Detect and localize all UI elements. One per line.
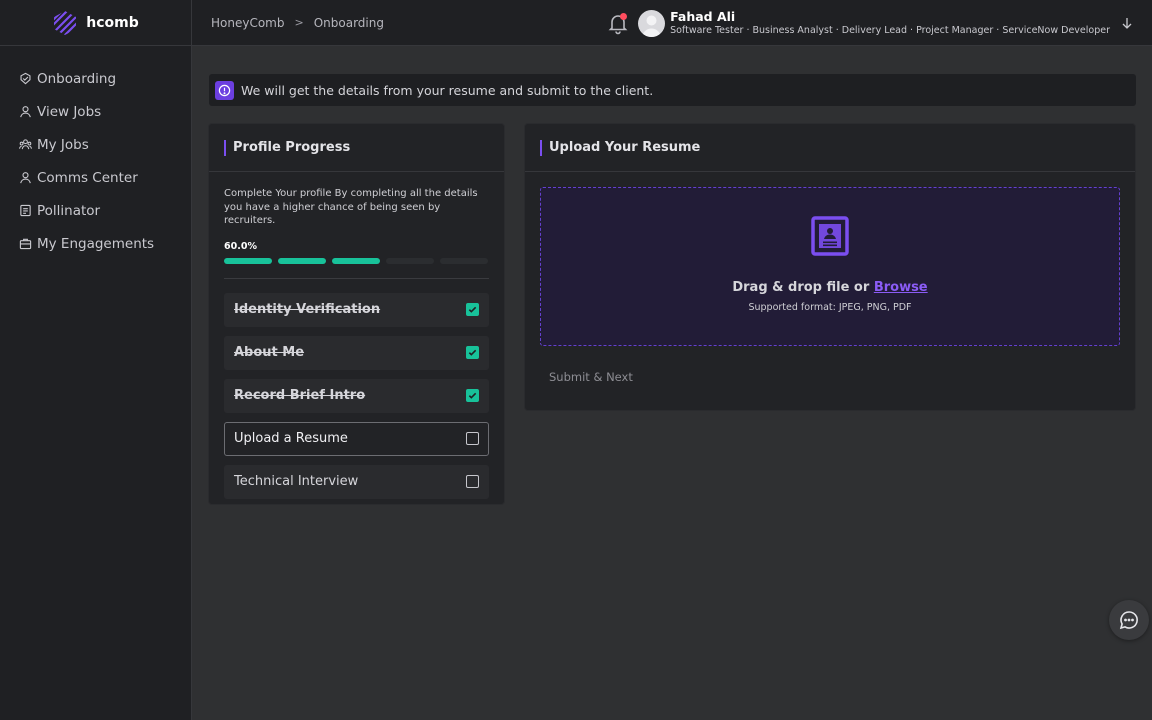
breadcrumb: HoneyComb > Onboarding [192,16,384,30]
sidebar-item-label: Onboarding [37,70,117,87]
card-title: Profile Progress [224,139,350,156]
sidebar-item-pollinator[interactable]: Pollinator [0,194,191,227]
dropzone-title: Drag & drop file or Browse [732,280,927,295]
badge-icon [20,72,31,85]
step-label: About Me [234,345,305,360]
chat-icon [1119,611,1138,630]
arrow-down-icon[interactable] [1120,16,1134,30]
step-identity-verification[interactable]: Identity Verification [224,292,489,327]
sidebar-item-label: My Engagements [37,235,155,252]
checkmark-icon [468,349,477,356]
checkbox[interactable] [466,475,479,488]
sidebar-item-label: My Jobs [37,136,89,153]
chat-button[interactable] [1109,600,1149,640]
briefcase-icon [19,238,32,250]
resume-dropzone[interactable]: Drag & drop file or Browse Supported for… [540,187,1120,346]
sidebar-nav: Onboarding View Jobs My Jobs Comms Cente… [0,46,191,260]
info-alert: We will get the details from your resume… [209,74,1136,106]
checkmark-icon [468,392,477,399]
sidebar-item-label: Comms Center [37,169,138,186]
alert-text: We will get the details from your resume… [241,82,654,98]
step-label: Identity Verification [234,302,381,317]
brand[interactable]: hcomb [0,0,191,46]
hcomb-logo-icon [54,10,77,35]
card-header: Upload Your Resume [525,124,1135,172]
sidebar-item-view-jobs[interactable]: View Jobs [0,95,191,128]
sidebar-item-my-engagements[interactable]: My Engagements [0,227,191,260]
step-upload-resume[interactable]: Upload a Resume [224,421,489,456]
avatar[interactable] [638,9,666,37]
step-record-brief-intro[interactable]: Record Brief Intro [224,378,489,413]
breadcrumb-current: Onboarding [313,15,384,30]
progress-segment [440,257,488,264]
header-user-area: Fahad Ali Software Tester · Business Ana… [606,0,1152,46]
user-icon [20,172,31,184]
card-header: Profile Progress [209,124,504,172]
card-title: Upload Your Resume [540,139,700,156]
user-info[interactable]: Fahad Ali Software Tester · Business Ana… [670,8,1110,37]
dropzone-text: Drag & drop file or [732,280,870,295]
progress-percent: 60.0% [224,240,257,252]
sidebar-item-my-jobs[interactable]: My Jobs [0,128,191,161]
checkmark-icon [468,306,477,313]
step-label: Technical Interview [234,474,359,489]
progress-segment [386,257,434,264]
checkbox[interactable] [466,432,479,445]
checkbox[interactable] [466,389,479,402]
sidebar-item-onboarding[interactable]: Onboarding [0,62,191,95]
sidebar: hcomb Onboarding View Jobs My Jobs Comms… [0,0,192,720]
progress-segment [278,257,326,264]
users-icon [19,139,32,150]
info-icon [215,80,234,100]
sidebar-item-label: Pollinator [37,202,101,219]
steps-list: Identity Verification About Me Record Br… [209,279,504,499]
step-technical-interview[interactable]: Technical Interview [224,464,489,499]
avatar-placeholder-icon [642,15,662,37]
submit-next-button[interactable]: Submit & Next [549,370,633,384]
progress-description: Complete Your profile By completing all … [224,188,478,226]
sidebar-item-comms-center[interactable]: Comms Center [0,161,191,194]
upload-resume-card: Upload Your Resume Drag & drop file or B… [524,123,1136,411]
user-icon [20,106,31,118]
step-label: Upload a Resume [234,431,348,446]
checkbox[interactable] [466,303,479,316]
user-roles: Software Tester · Business Analyst · Del… [670,24,1110,36]
profile-progress-card: Profile Progress Complete Your profile B… [208,123,505,505]
supported-formats: Supported format: JPEG, PNG, PDF [748,302,912,313]
progress-bar [209,252,504,264]
sidebar-item-label: View Jobs [37,103,102,120]
progress-segment [224,257,272,264]
top-header: HoneyComb > Onboarding Fahad Ali Softwar… [192,0,1152,46]
resume-document-icon [811,216,849,256]
progress-segment [332,257,380,264]
step-about-me[interactable]: About Me [224,335,489,370]
notifications-button[interactable] [606,11,630,35]
checkbox[interactable] [466,346,479,359]
breadcrumb-home[interactable]: HoneyComb [211,16,284,30]
document-icon [20,204,31,217]
brand-name: hcomb [86,14,139,31]
user-name: Fahad Ali [670,8,736,24]
browse-link[interactable]: Browse [874,280,928,295]
breadcrumb-separator: > [294,16,304,29]
step-label: Record Brief Intro [234,388,366,403]
